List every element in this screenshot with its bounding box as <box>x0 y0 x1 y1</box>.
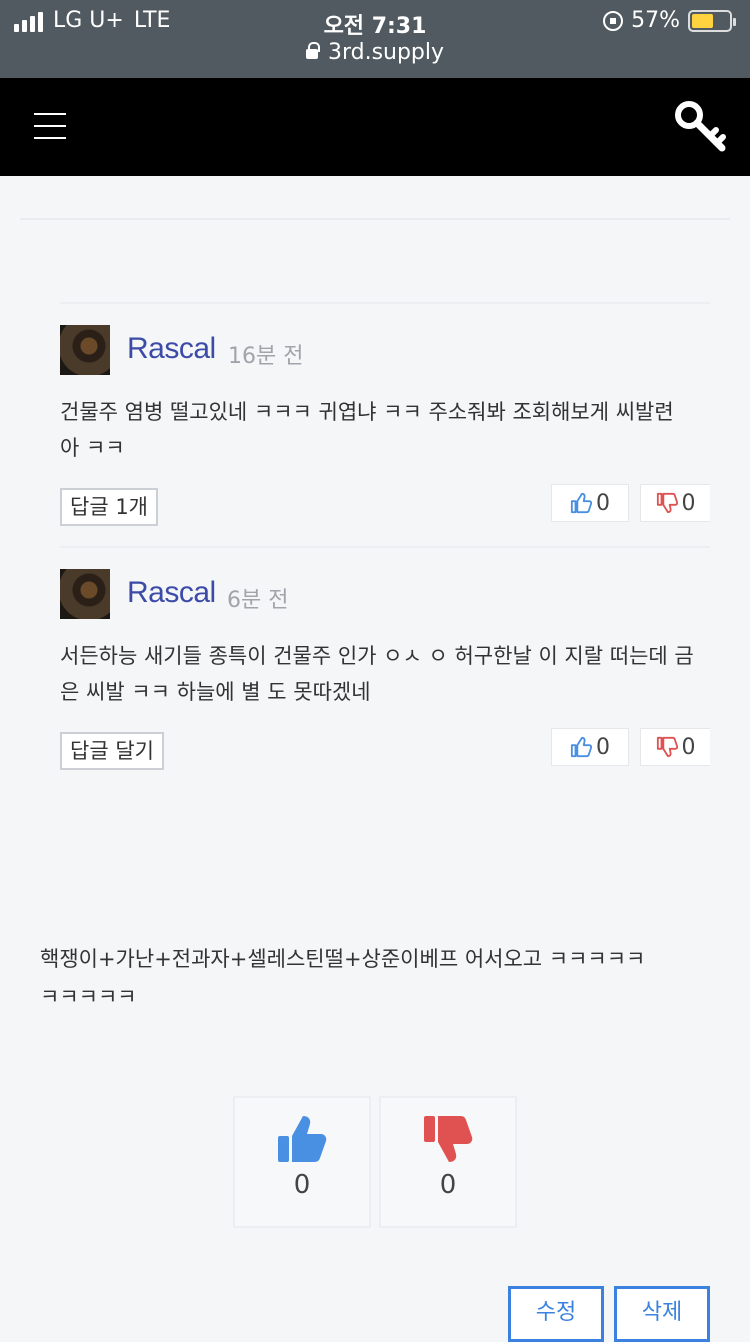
like-count: 0 <box>596 490 610 516</box>
divider <box>60 546 710 548</box>
address-bar[interactable]: 3rd.supply <box>0 40 750 65</box>
menu-icon[interactable] <box>34 113 66 139</box>
thumbs-up-icon <box>570 736 592 758</box>
divider <box>60 302 710 304</box>
comment-time: 16분 전 <box>228 344 304 369</box>
comment-text: 서든하능 새기들 종특이 건물주 인가 ㅇㅅ ㅇ 허구한날 이 지랄 떠는데 금… <box>60 644 694 704</box>
url-text: 3rd.supply <box>327 40 445 65</box>
status-right: 57% <box>603 8 736 33</box>
comment-item: Rascal 16분 전 건물주 염병 떨고있네 ㅋㅋㅋ 귀엽냐 ㅋㅋ 주소줘봐… <box>60 302 710 532</box>
reply-count-button[interactable]: 답글 1개 <box>60 488 158 526</box>
post-dislike-button[interactable]: 0 <box>379 1096 517 1228</box>
status-bar: LG U+ LTE 오전 7:31 57% 3rd.supply <box>0 0 750 78</box>
avatar[interactable] <box>60 569 110 619</box>
post-text: 핵쟁이+가난+전과자+셀레스틴떨+상준이베프 어서오고 ㅋㅋㅋㅋㅋ ㅋㅋㅋㅋㅋ <box>40 947 646 1009</box>
battery-percent: 57% <box>631 8 680 33</box>
site-header <box>0 78 750 176</box>
like-button[interactable]: 0 <box>551 484 629 522</box>
comment-author[interactable]: Rascal <box>127 332 216 366</box>
comment-text: 건물주 염병 떨고있네 ㅋㅋㅋ 귀엽냐 ㅋㅋ 주소줘봐 조회해보게 씨발련 아 … <box>60 400 674 460</box>
like-count: 0 <box>596 734 610 760</box>
lock-icon <box>305 42 320 59</box>
thumbs-up-icon <box>570 492 592 514</box>
thumbs-down-icon <box>656 492 678 514</box>
dislike-count: 0 <box>681 734 696 760</box>
key-icon[interactable] <box>672 98 728 154</box>
dislike-button[interactable]: 0 <box>640 484 710 522</box>
dislike-count: 0 <box>681 490 696 516</box>
dislike-button[interactable]: 0 <box>640 728 710 766</box>
reply-button[interactable]: 답글 달기 <box>60 732 164 770</box>
orientation-lock-icon <box>603 10 624 31</box>
comment-author[interactable]: Rascal <box>127 576 216 610</box>
post-dislike-count: 0 <box>439 1170 457 1200</box>
comment-item: Rascal 6분 전 서든하능 새기들 종특이 건물주 인가 ㅇㅅ ㅇ 허구한… <box>60 546 710 776</box>
avatar[interactable] <box>60 325 110 375</box>
divider <box>20 218 730 220</box>
post-like-button[interactable]: 0 <box>233 1096 371 1228</box>
comment-time: 6분 전 <box>227 588 289 613</box>
thumbs-up-icon <box>278 1116 327 1162</box>
thumbs-down-icon <box>424 1116 473 1162</box>
post-like-count: 0 <box>293 1170 311 1200</box>
like-button[interactable]: 0 <box>551 728 629 766</box>
thumbs-down-icon <box>656 736 678 758</box>
battery-icon <box>688 9 736 32</box>
